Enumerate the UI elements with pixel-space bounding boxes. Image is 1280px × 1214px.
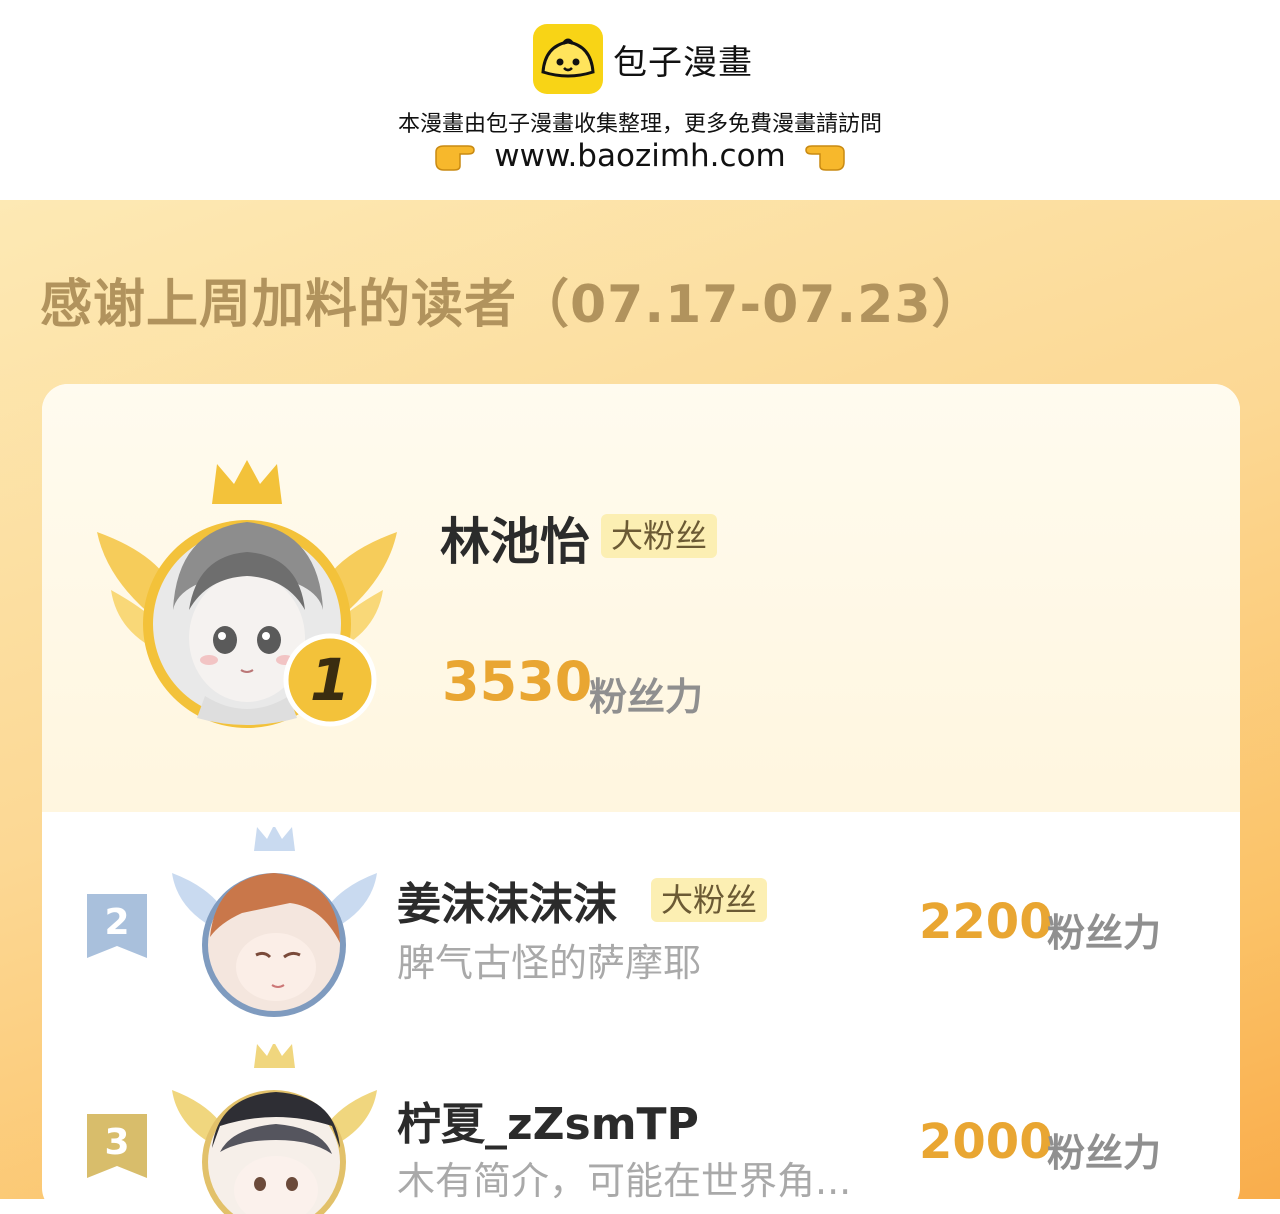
reader-2-name[interactable]: 姜沫沫沫沫 [397,868,617,932]
pointing-right-hand-icon [435,145,475,171]
silver-crown-wings-avatar[interactable] [172,827,377,1017]
reader-2-score: 2200 [919,894,1053,950]
watermark-notice: 本漫畫由包子漫畫收集整理，更多免費漫畫請訪問 [397,112,882,137]
score-unit: 粉丝力 [1047,1131,1162,1175]
bronze-crown-wings-avatar[interactable] [172,1044,377,1214]
rank-number-2: 2 [104,902,129,943]
watermark-header: 包子漫畫 本漫畫由包子漫畫收集整理，更多免費漫畫請訪問 www.baozimh.… [0,0,1280,200]
top-reader-score: 3530 [442,650,593,713]
watermark-url-row: www.baozimh.com [0,138,1280,174]
score-unit: 粉丝力 [1047,911,1162,955]
silver-rank-flag: 2 [87,894,147,958]
pointing-left-hand-icon [804,145,845,171]
reader-2-bio: 脾气古怪的萨摩耶 [397,941,702,985]
score-unit: 粉丝力 [589,675,704,719]
rank-number-1: 1 [310,646,350,714]
big-fan-badge: 大粉丝 [601,514,718,558]
poster-title: 感谢上周加料的读者（07.17-07.23） [40,275,985,335]
gold-crown-wings-avatar[interactable]: 1 [97,460,397,735]
brand-name: 包子漫畫 [613,42,753,83]
reader-3-score: 2000 [919,1114,1053,1170]
watermark-url-link[interactable]: www.baozimh.com [494,138,786,174]
rank-number-3: 3 [104,1122,129,1163]
big-fan-badge: 大粉丝 [651,878,768,922]
bun-logo-icon [533,24,603,94]
thanks-poster: 感谢上周加料的读者（07.17-07.23） 1 林池怡 大粉丝 3530 粉丝… [0,200,1280,1214]
reader-3-name[interactable]: 柠夏_zZsmTP [397,1088,699,1152]
leaderboard-card: 1 林池怡 大粉丝 3530 粉丝力 2 姜沫沫沫沫 大粉丝 脾气古怪的萨摩耶 … [42,384,1240,1214]
brand[interactable]: 包子漫畫 [533,24,753,94]
top-reader-name[interactable]: 林池怡 [440,502,590,574]
bronze-rank-flag: 3 [87,1114,147,1178]
reader-3-bio: 木有简介，可能在世界角... [397,1159,852,1203]
